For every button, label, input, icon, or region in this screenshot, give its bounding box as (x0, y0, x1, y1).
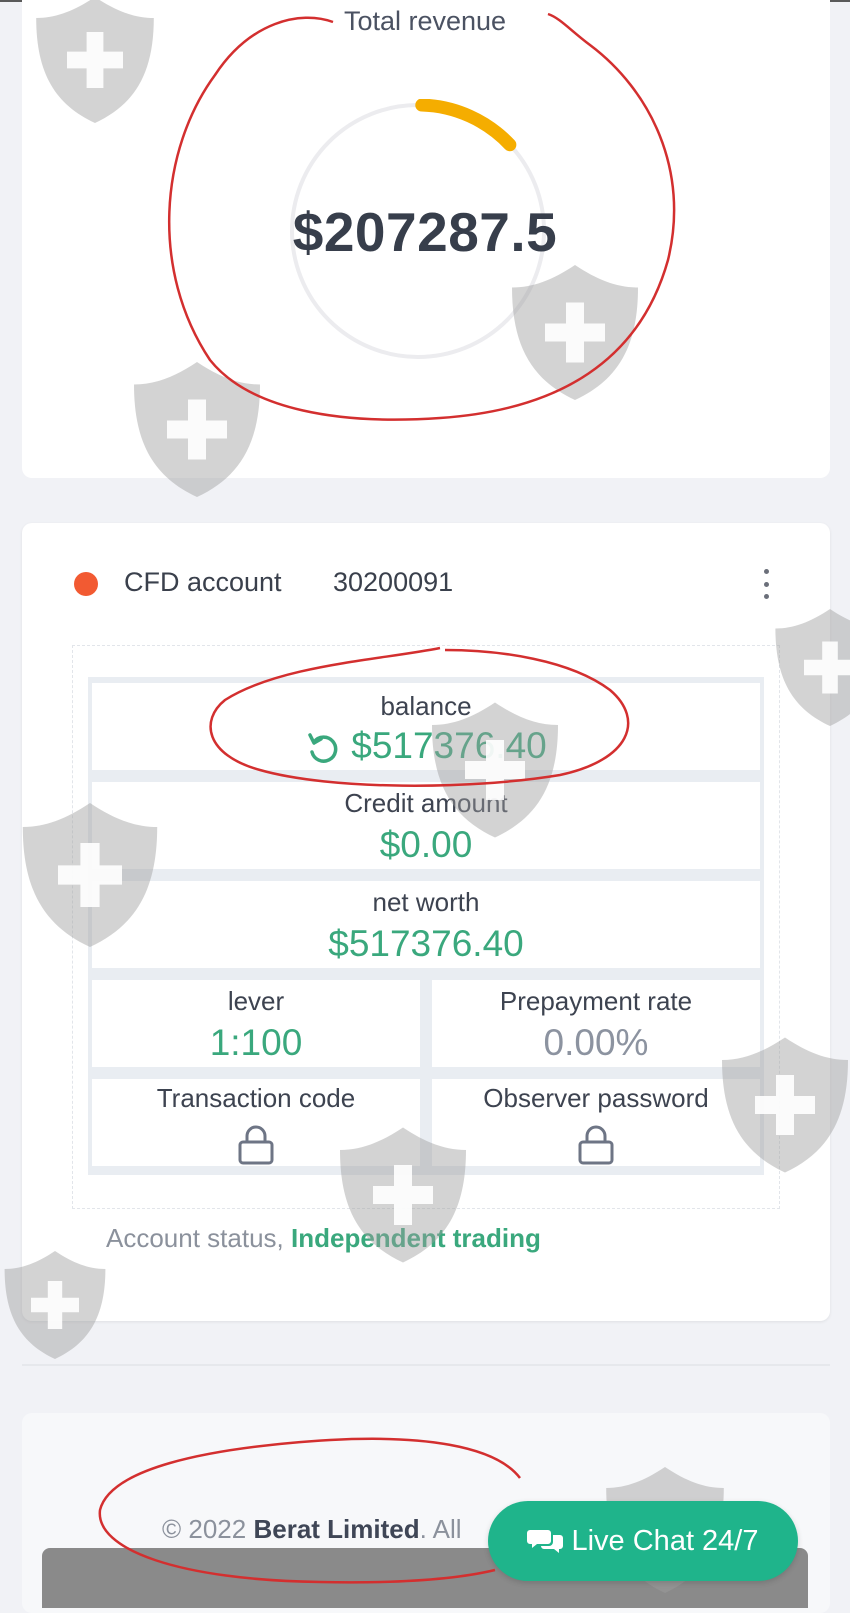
copyright-prefix: © 2022 (162, 1514, 247, 1544)
account-number: 30200091 (333, 567, 454, 597)
refresh-icon[interactable] (305, 730, 341, 766)
copyright-text: © 2022 Berat Limited. All (162, 1514, 462, 1545)
watermark-shield-icon (775, 609, 850, 726)
net-worth-cell: net worth $517376.40 (92, 881, 760, 968)
account-type-label: CFD account (124, 567, 282, 597)
revenue-value: $207287.5 (292, 201, 558, 263)
watermark-shield-icon (512, 265, 638, 400)
live-chat-label: Live Chat 24/7 (571, 1524, 759, 1557)
watermark-shield-icon (36, 0, 154, 123)
watermark-shield-icon (22, 803, 158, 947)
lock-icon[interactable] (577, 1125, 615, 1165)
section-divider (22, 1364, 830, 1366)
copyright-suffix: . All (419, 1514, 462, 1544)
lock-icon[interactable] (237, 1125, 275, 1165)
net-worth-label: net worth (372, 887, 480, 917)
gauge-progress-arc (415, 99, 517, 152)
watermark-shield-icon (722, 1037, 848, 1173)
net-worth-value: $517376.40 (328, 923, 524, 964)
prepayment-rate-label: Prepayment rate (499, 986, 693, 1016)
account-status-label: Account status, (106, 1223, 284, 1253)
chat-bubbles-icon (527, 1530, 564, 1553)
lever-cell: lever 1:100 (92, 980, 420, 1067)
watermark-shield-icon (134, 362, 260, 497)
lever-label: lever (227, 986, 285, 1016)
account-status-dot (74, 572, 98, 596)
live-chat-button[interactable]: Live Chat 24/7 (488, 1501, 798, 1581)
watermark-shield-icon (340, 1127, 466, 1263)
watermark-shield-icon (4, 1251, 106, 1359)
lever-value: 1:100 (209, 1022, 303, 1063)
company-name[interactable]: Berat Limited (253, 1514, 419, 1544)
watermark-shield-icon (432, 702, 558, 838)
